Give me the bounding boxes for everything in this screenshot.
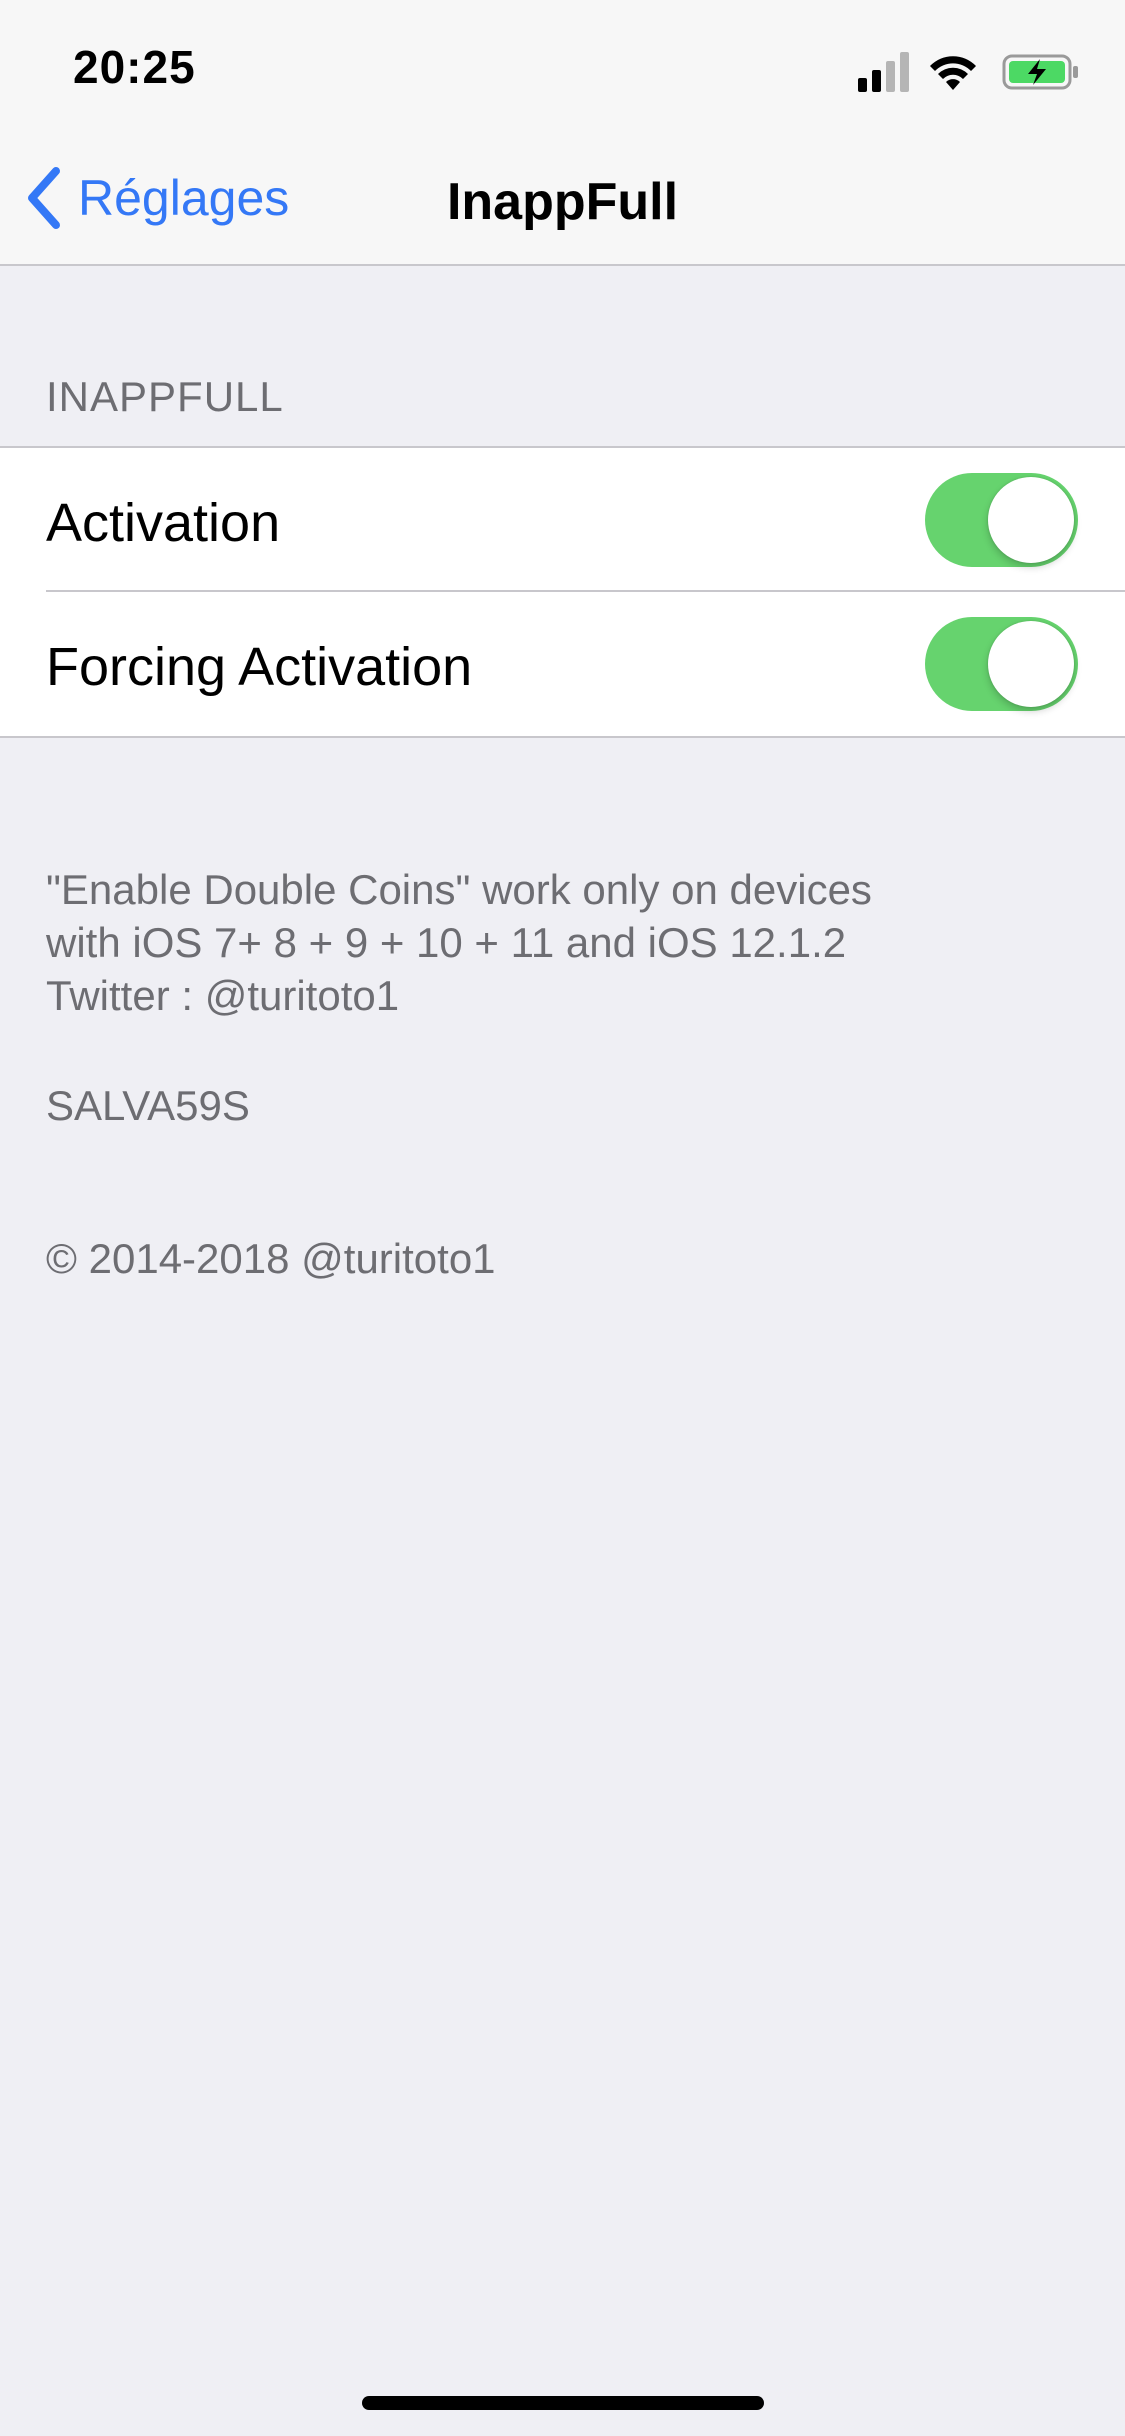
page-title: InappFull bbox=[446, 173, 679, 231]
section-header: INAPPFULL bbox=[46, 373, 284, 420]
footer-text-line: with iOS 7+ 8 + 9 + 10 + 11 and iOS 12.1… bbox=[46, 919, 847, 966]
signal-icon bbox=[858, 52, 909, 92]
footer-text-line: "Enable Double Coins" work only on devic… bbox=[46, 866, 872, 913]
activation-toggle[interactable] bbox=[925, 473, 1078, 567]
navigation-bar: Réglages InappFull bbox=[0, 132, 1125, 266]
settings-row-forcing-activation: Forcing Activation bbox=[0, 592, 1125, 736]
status-bar: 20:25 bbox=[0, 0, 1125, 132]
footer-copyright: © 2014-2018 @turitoto1 bbox=[46, 1235, 496, 1282]
forcing-activation-toggle[interactable] bbox=[925, 617, 1078, 711]
battery-charging-icon bbox=[1002, 54, 1078, 90]
wifi-icon bbox=[930, 56, 976, 90]
settings-group: Activation Forcing Activation bbox=[0, 446, 1125, 738]
footer-code: SALVA59S bbox=[46, 1082, 250, 1129]
row-label: Activation bbox=[46, 493, 281, 553]
status-time: 20:25 bbox=[73, 41, 196, 93]
home-indicator[interactable] bbox=[362, 2396, 764, 2410]
toggle-knob bbox=[988, 621, 1074, 707]
footer-text-line: Twitter : @turitoto1 bbox=[46, 972, 400, 1019]
row-label: Forcing Activation bbox=[46, 637, 473, 697]
toggle-knob bbox=[988, 477, 1074, 563]
settings-row-activation: Activation bbox=[0, 448, 1125, 592]
